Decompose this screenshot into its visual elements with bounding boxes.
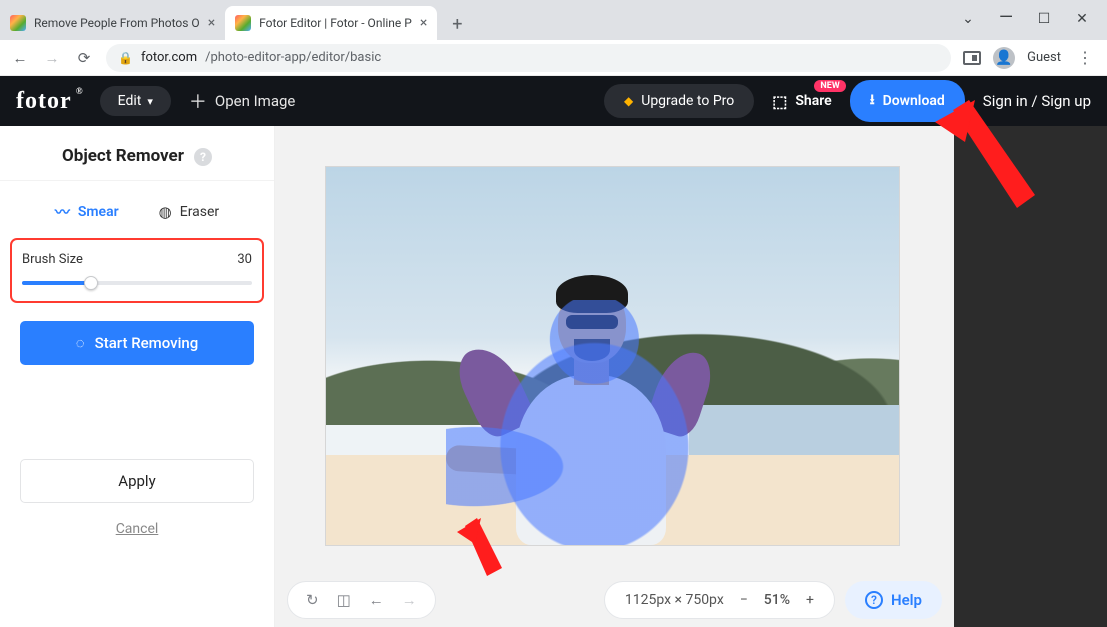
tool-tabs: 〰 Smear ◍ Eraser (0, 181, 274, 238)
window-controls: ⌄ ― ☐ ✕ (961, 11, 1107, 40)
tab-title: Fotor Editor | Fotor - Online P (259, 16, 412, 30)
canvas-area: ↻ ◫ ← → 1125px × 750px − 51% + ? Help (275, 126, 1107, 627)
maximize-icon[interactable]: ☐ (1037, 11, 1051, 32)
chevron-down-icon: ▾ (147, 95, 153, 108)
undo-icon[interactable]: ← (369, 591, 384, 609)
tab-favicon (235, 15, 251, 31)
lock-icon: 🔒 (118, 51, 133, 65)
image-canvas[interactable] (325, 166, 900, 546)
redo-icon[interactable]: → (402, 591, 417, 609)
profile-avatar-icon[interactable]: 👤 (993, 47, 1015, 69)
close-icon[interactable]: ✕ (1075, 11, 1089, 32)
zoom-percent: 51% (764, 592, 790, 608)
panel-title: Object Remover (62, 146, 184, 166)
left-panel: Object Remover ? 〰 Smear ◍ Eraser Brush … (0, 126, 275, 627)
browser-tab-strip: Remove People From Photos O × Fotor Edit… (0, 0, 1107, 40)
tab-eraser[interactable]: ◍ Eraser (159, 201, 220, 222)
new-tab-button[interactable]: + (443, 10, 471, 38)
compare-icon[interactable]: ◫ (337, 591, 351, 609)
edit-menu-button[interactable]: Edit ▾ (100, 86, 171, 116)
upgrade-label: Upgrade to Pro (641, 93, 734, 109)
smear-icon: 〰 (55, 201, 70, 222)
rotate-icon[interactable]: ↻ (306, 591, 319, 609)
tab-title: Remove People From Photos O (34, 16, 200, 30)
close-icon[interactable]: × (208, 15, 215, 31)
tab-label: Smear (78, 204, 119, 220)
eraser-icon: ◍ (159, 203, 172, 221)
share-button[interactable]: ⬚ Share NEW (772, 92, 831, 111)
brush-size-value: 30 (237, 252, 252, 267)
brush-size-label: Brush Size (22, 252, 83, 267)
close-icon[interactable]: × (420, 15, 427, 31)
open-image-button[interactable]: ＋ Open Image (189, 88, 295, 114)
download-icon: ⭳ (870, 89, 875, 113)
browser-address-bar: ← → ⟳ 🔒 fotor.com/photo-editor-app/edito… (0, 40, 1107, 76)
cancel-link[interactable]: Cancel (0, 521, 274, 537)
app-header: fotor Edit ▾ ＋ Open Image ◆ Upgrade to P… (0, 76, 1107, 126)
help-button[interactable]: ? Help (845, 581, 942, 619)
slider-thumb[interactable] (84, 276, 98, 290)
kebab-menu-icon[interactable]: ⋮ (1073, 48, 1097, 67)
tab-favicon (10, 15, 26, 31)
workspace: Object Remover ? 〰 Smear ◍ Eraser Brush … (0, 126, 1107, 627)
plus-icon: ＋ (189, 88, 207, 114)
history-controls: ↻ ◫ ← → (287, 581, 436, 619)
help-label: Help (891, 591, 922, 609)
url-field[interactable]: 🔒 fotor.com/photo-editor-app/editor/basi… (106, 44, 951, 72)
canvas-dimensions: 1125px × 750px (625, 592, 724, 608)
apply-button[interactable]: Apply (20, 459, 254, 503)
share-label: Share (795, 93, 831, 109)
logo[interactable]: fotor (16, 88, 82, 115)
new-badge: NEW (814, 80, 845, 92)
zoom-controls: 1125px × 750px − 51% + (604, 581, 835, 619)
eraser-icon: ◌ (76, 334, 85, 352)
profile-label: Guest (1027, 50, 1061, 65)
browser-tab[interactable]: Remove People From Photos O × (0, 6, 225, 40)
tab-label: Eraser (180, 204, 219, 220)
slider-fill (22, 281, 91, 285)
share-icon: ⬚ (772, 92, 787, 111)
open-image-label: Open Image (215, 92, 295, 110)
url-domain: fotor.com (141, 50, 197, 65)
chevron-down-icon[interactable]: ⌄ (961, 11, 975, 32)
url-path: /photo-editor-app/editor/basic (205, 50, 381, 65)
right-dark-strip (954, 126, 1107, 627)
signin-link[interactable]: Sign in / Sign up (983, 92, 1091, 110)
smear-selection-overlay (446, 300, 726, 545)
browser-tab[interactable]: Fotor Editor | Fotor - Online P × (225, 6, 437, 40)
brush-size-slider[interactable] (22, 281, 252, 285)
back-icon[interactable]: ← (10, 49, 30, 67)
forward-icon: → (42, 49, 62, 67)
help-icon: ? (865, 591, 883, 609)
tab-smear[interactable]: 〰 Smear (55, 201, 119, 222)
edit-label: Edit (118, 93, 142, 109)
extensions-icon[interactable] (963, 51, 981, 65)
start-removing-label: Start Removing (95, 334, 199, 352)
download-label: Download (883, 93, 945, 109)
brush-size-box: Brush Size 30 (10, 238, 264, 303)
diamond-icon: ◆ (624, 94, 633, 108)
start-removing-button[interactable]: ◌ Start Removing (20, 321, 254, 365)
zoom-in-button[interactable]: + (806, 592, 814, 608)
minimize-icon[interactable]: ― (999, 7, 1013, 28)
zoom-out-button[interactable]: − (740, 592, 748, 608)
panel-title-row: Object Remover ? (0, 126, 274, 181)
download-button[interactable]: ⭳ Download (850, 80, 965, 122)
upgrade-button[interactable]: ◆ Upgrade to Pro (604, 84, 754, 118)
reload-icon[interactable]: ⟳ (74, 49, 94, 67)
canvas-bottom-bar: ↻ ◫ ← → 1125px × 750px − 51% + ? Help (287, 579, 942, 621)
help-icon[interactable]: ? (194, 148, 212, 166)
